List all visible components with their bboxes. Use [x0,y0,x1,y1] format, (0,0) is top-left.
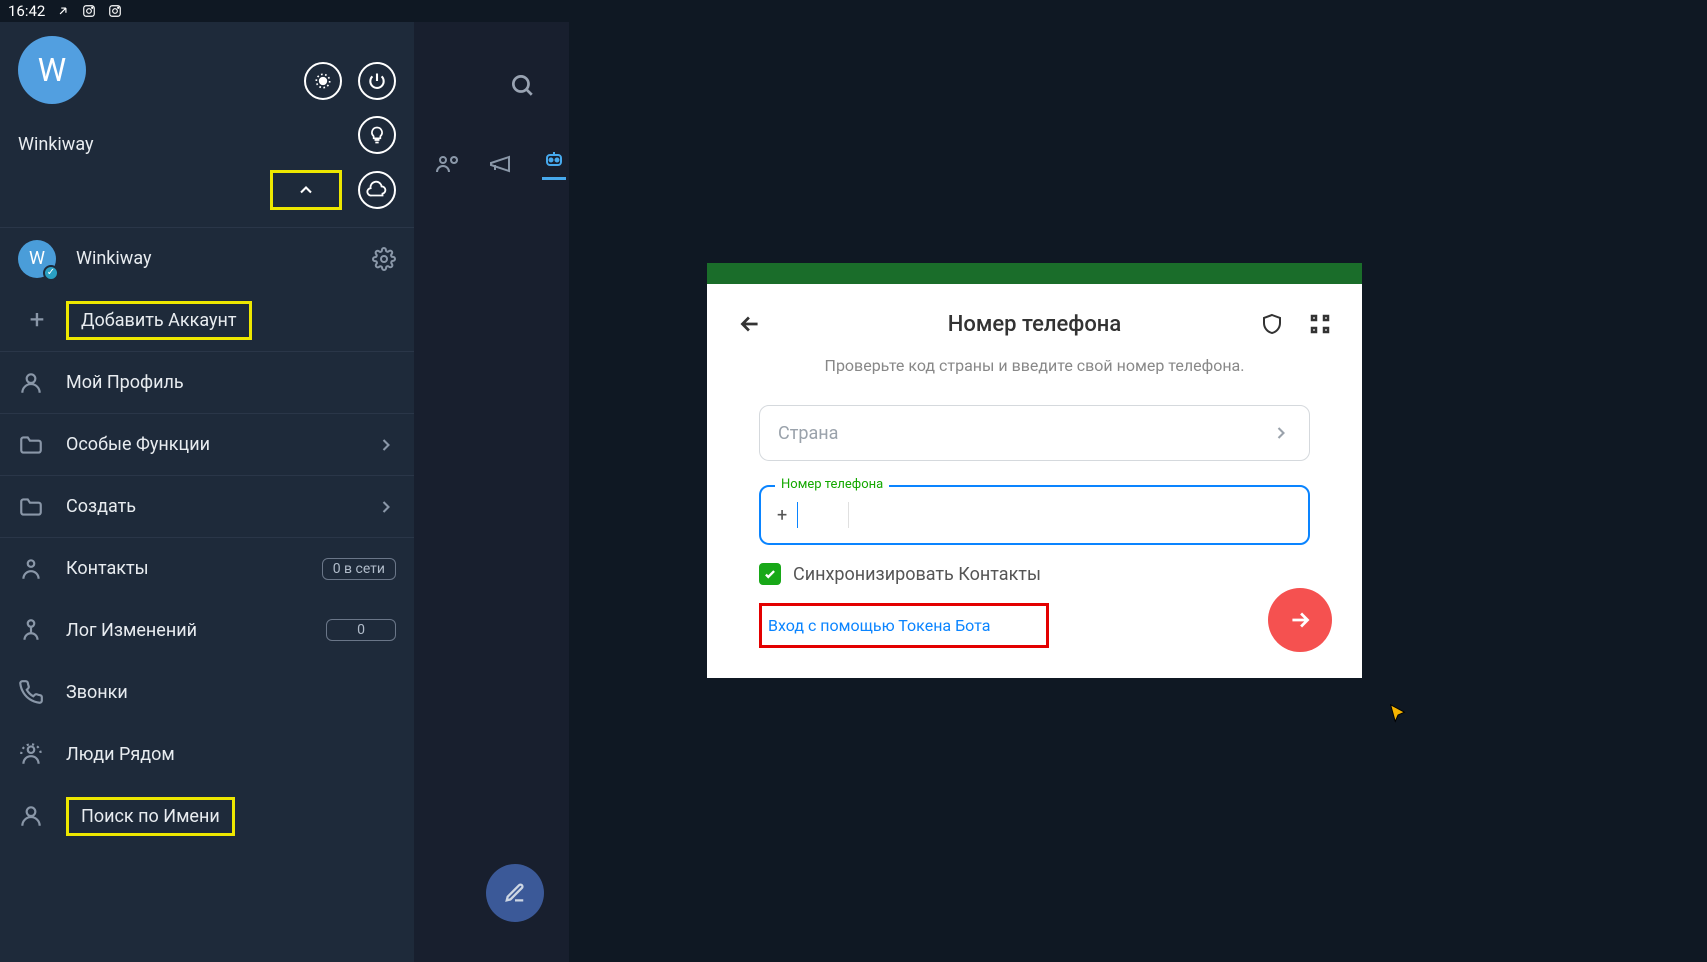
contacts-icon [18,556,66,582]
bot-token-login-link[interactable]: Вход с помощью Токена Бота [759,603,1049,648]
input-separator [848,502,849,528]
menu-create[interactable]: Создать [0,475,414,537]
back-button[interactable] [737,311,763,337]
phone-icon [18,679,66,705]
search-name-icon [18,803,66,829]
tab-bots[interactable] [542,147,566,180]
menu-create-label: Создать [66,496,376,517]
search-name-highlight: Поиск по Имени [66,797,235,836]
country-select[interactable]: Страна [759,405,1310,461]
dialog-header: Номер телефона [737,304,1332,344]
menu-changelog-label: Лог Изменений [66,620,326,641]
dialog-title: Номер телефона [948,312,1121,337]
chat-strip [414,22,569,962]
menu-special-label: Особые Функции [66,434,376,455]
menu-calls-label: Звонки [66,682,396,703]
menu-list: W ✓ Winkiway + Добавить Аккаунт Мой [0,227,414,847]
plus-icon: + [18,305,56,335]
user-icon [18,370,66,396]
qr-icon[interactable] [1308,312,1332,336]
add-account-label: Добавить Аккаунт [81,310,237,331]
power-button[interactable] [358,62,396,100]
folder-icon [18,432,66,458]
idea-button[interactable] [358,116,396,154]
menu-contacts[interactable]: Контакты 0 в сети [0,537,414,599]
tab-channels[interactable] [488,152,512,176]
compose-fab[interactable] [486,864,544,922]
shield-icon[interactable] [1260,312,1284,336]
cloud-button[interactable] [358,171,396,209]
phone-dialog-wrap: Номер телефона Проверьте код страны и вв… [707,263,1362,678]
changelog-icon [18,617,66,643]
chevron-right-icon-2 [376,497,396,517]
sidebar-header: W Winkiway [0,22,414,227]
changelog-badge: 0 [326,619,396,641]
menu-nearby[interactable]: Люди Рядом [0,723,414,785]
chevron-right-icon-3 [1271,423,1291,443]
main-area: Номер телефона Проверьте код страны и вв… [414,22,1707,962]
share-icon [55,3,71,19]
account-current[interactable]: W ✓ Winkiway [0,227,414,289]
chat-tabs [434,147,566,180]
theme-button[interactable] [304,62,342,100]
instagram-icon-2 [107,3,123,19]
checkbox-checked-icon[interactable] [759,563,781,585]
menu-nearby-label: Люди Рядом [66,744,396,765]
add-account-highlight: Добавить Аккаунт [66,301,252,340]
instagram-icon [81,3,97,19]
menu-calls[interactable]: Звонки [0,661,414,723]
dialog-accent-bar [707,263,1362,284]
account-name: Winkiway [66,248,372,269]
menu-changelog[interactable]: Лог Изменений 0 [0,599,414,661]
menu-profile[interactable]: Мой Профиль [0,351,414,413]
add-account[interactable]: + Добавить Аккаунт [0,289,414,351]
avatar[interactable]: W [18,36,86,104]
verified-badge-icon: ✓ [43,265,59,281]
phone-prefix: + [761,505,797,526]
avatar-letter: W [38,51,66,89]
menu-profile-label: Мой Профиль [66,372,396,393]
search-icon[interactable] [509,72,535,98]
text-caret [797,502,798,528]
menu-special[interactable]: Особые Функции [0,413,414,475]
contacts-online-badge: 0 в сети [322,558,396,580]
avatar-small: W ✓ [18,240,56,278]
nearby-icon [18,741,66,767]
phone-float-label: Номер телефона [775,477,889,492]
status-time: 16:42 [8,2,45,20]
chevron-right-icon [376,435,396,455]
menu-search-name-label: Поиск по Имени [81,806,220,827]
folder-icon-2 [18,494,66,520]
menu-contacts-label: Контакты [66,558,322,579]
header-icons [270,62,396,210]
gear-icon[interactable] [372,247,396,271]
phone-input[interactable]: Номер телефона + [759,485,1310,545]
phone-dialog: Номер телефона Проверьте код страны и вв… [707,284,1362,678]
country-placeholder: Страна [778,423,1271,444]
sync-contacts-row[interactable]: Синхронизировать Контакты [759,563,1310,585]
sidebar: W Winkiway [0,22,414,962]
sync-contacts-label: Синхронизировать Контакты [793,564,1041,585]
dialog-subtitle: Проверьте код страны и введите свой номе… [737,356,1332,375]
collapse-toggle[interactable] [270,170,342,210]
status-bar: 16:42 [0,0,1707,22]
submit-button[interactable] [1268,588,1332,652]
menu-search-name[interactable]: Поиск по Имени [0,785,414,847]
tab-people[interactable] [434,152,458,176]
